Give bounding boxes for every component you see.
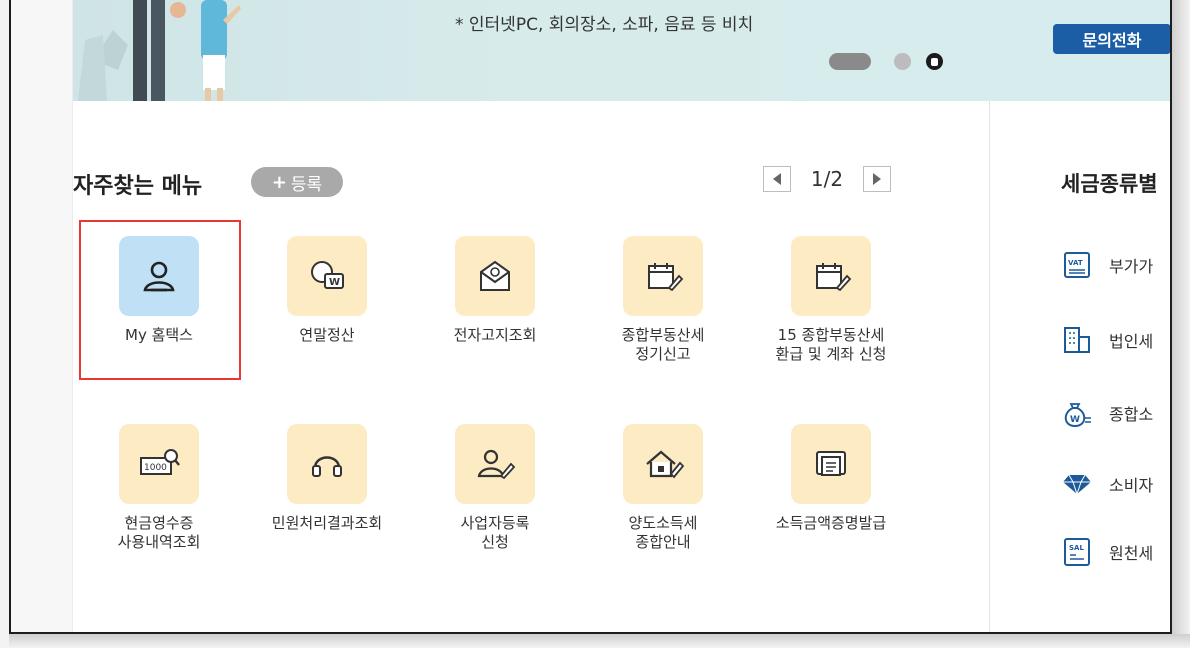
menu-label: 민원처리결과조회 <box>271 514 383 532</box>
sal-doc-icon: SAL <box>1061 536 1093 568</box>
menu-item-e-notice[interactable]: 전자고지조회 <box>415 236 575 345</box>
menu-item-year-end-settlement[interactable]: W 연말정산 <box>247 236 407 345</box>
tax-label: 부가가 <box>1109 257 1154 276</box>
banner-notice: * 인터넷PC, 회의장소, 소파, 음료 등 비치 <box>455 15 754 35</box>
mail-icon <box>455 236 535 316</box>
svg-text:SAL: SAL <box>1069 544 1084 552</box>
svg-text:1000: 1000 <box>144 463 167 473</box>
svg-text:VAT: VAT <box>1068 259 1083 267</box>
column-divider <box>989 101 990 632</box>
building-icon <box>1061 324 1093 356</box>
tax-item-withholding[interactable]: SAL 원천세 <box>1061 536 1153 568</box>
menu-label: 양도소득세 종합안내 <box>628 514 698 551</box>
vat-icon: VAT <box>1061 249 1093 281</box>
arrow-left-icon <box>773 173 781 185</box>
favorites-title: 자주찾는 메뉴 <box>73 174 203 199</box>
document-icon <box>791 424 871 504</box>
coin-icon: W <box>287 236 367 316</box>
headset-icon <box>287 424 367 504</box>
page-indicator: 1/2 <box>810 167 844 191</box>
menu-item-petition-result[interactable]: 민원처리결과조회 <box>247 424 407 533</box>
tax-label: 원천세 <box>1109 544 1154 563</box>
banner-illustration <box>78 0 241 101</box>
menu-item-cash-receipt[interactable]: 1000 현금영수증 사용내역조회 <box>79 424 239 552</box>
prev-page-button[interactable] <box>763 166 791 192</box>
plus-icon: + <box>271 171 287 193</box>
money-bag-icon: W <box>1061 397 1093 429</box>
menu-label: 현금영수증 사용내역조회 <box>117 514 201 551</box>
tax-label: 소비자 <box>1109 476 1154 495</box>
receipt-search-icon: 1000 <box>119 424 199 504</box>
svg-text:W: W <box>329 277 340 288</box>
menu-label: 사업자등록 신청 <box>460 514 530 551</box>
next-page-button[interactable] <box>863 166 891 192</box>
left-gutter <box>11 0 73 632</box>
window-shadow-bottom <box>9 634 1190 648</box>
person-pen-icon <box>455 424 535 504</box>
promo-banner[interactable]: * 인터넷PC, 회의장소, 소파, 음료 등 비치 문의전화 <box>73 0 1170 101</box>
menu-item-income-certificate[interactable]: 소득금액증명발급 <box>751 424 911 533</box>
menu-item-business-registration[interactable]: 사업자등록 신청 <box>415 424 575 552</box>
menu-label: 소득금액증명발급 <box>775 514 887 532</box>
menu-label: 15 종합부동산세 환급 및 계좌 신청 <box>775 326 887 363</box>
menu-label: 전자고지조회 <box>453 326 537 344</box>
register-label: 등록 <box>290 174 323 195</box>
menu-label: 연말정산 <box>299 326 355 344</box>
window-shadow-right <box>1172 0 1190 648</box>
calendar-pen-icon <box>791 236 871 316</box>
tax-item-vat[interactable]: VAT 부가가 <box>1061 249 1153 281</box>
tax-item-income[interactable]: W 종합소 <box>1061 397 1153 429</box>
tax-types-title: 세금종류별 <box>1061 172 1158 196</box>
calendar-pen-icon <box>623 236 703 316</box>
register-button[interactable]: + 등록 <box>251 167 343 197</box>
left-margin <box>0 0 9 648</box>
house-pen-icon <box>623 424 703 504</box>
menu-label: 종합부동산세 정기신고 <box>621 326 705 363</box>
highlight-frame <box>79 220 241 380</box>
tax-label: 종합소 <box>1109 405 1154 424</box>
tax-label: 법인세 <box>1109 332 1154 351</box>
menu-item-capital-gains-tax[interactable]: 양도소득세 종합안내 <box>583 424 743 552</box>
slide-indicator-active[interactable] <box>829 53 871 70</box>
tax-item-consumption[interactable]: 소비자 <box>1061 468 1153 500</box>
favorites-pager: 1/2 <box>763 166 891 192</box>
tax-item-corporate[interactable]: 법인세 <box>1061 324 1153 356</box>
diamond-icon <box>1061 468 1093 500</box>
slide-indicator[interactable] <box>894 53 911 70</box>
menu-item-property-tax-filing[interactable]: 종합부동산세 정기신고 <box>583 236 743 364</box>
menu-item-property-tax-refund[interactable]: 15 종합부동산세 환급 및 계좌 신청 <box>751 236 911 364</box>
pause-icon[interactable] <box>926 53 943 70</box>
page-frame: * 인터넷PC, 회의장소, 소파, 음료 등 비치 문의전화 자주찾는 메뉴 … <box>9 0 1172 634</box>
contact-button[interactable]: 문의전화 <box>1053 24 1170 54</box>
arrow-right-icon <box>873 173 881 185</box>
svg-text:W: W <box>1070 415 1080 425</box>
